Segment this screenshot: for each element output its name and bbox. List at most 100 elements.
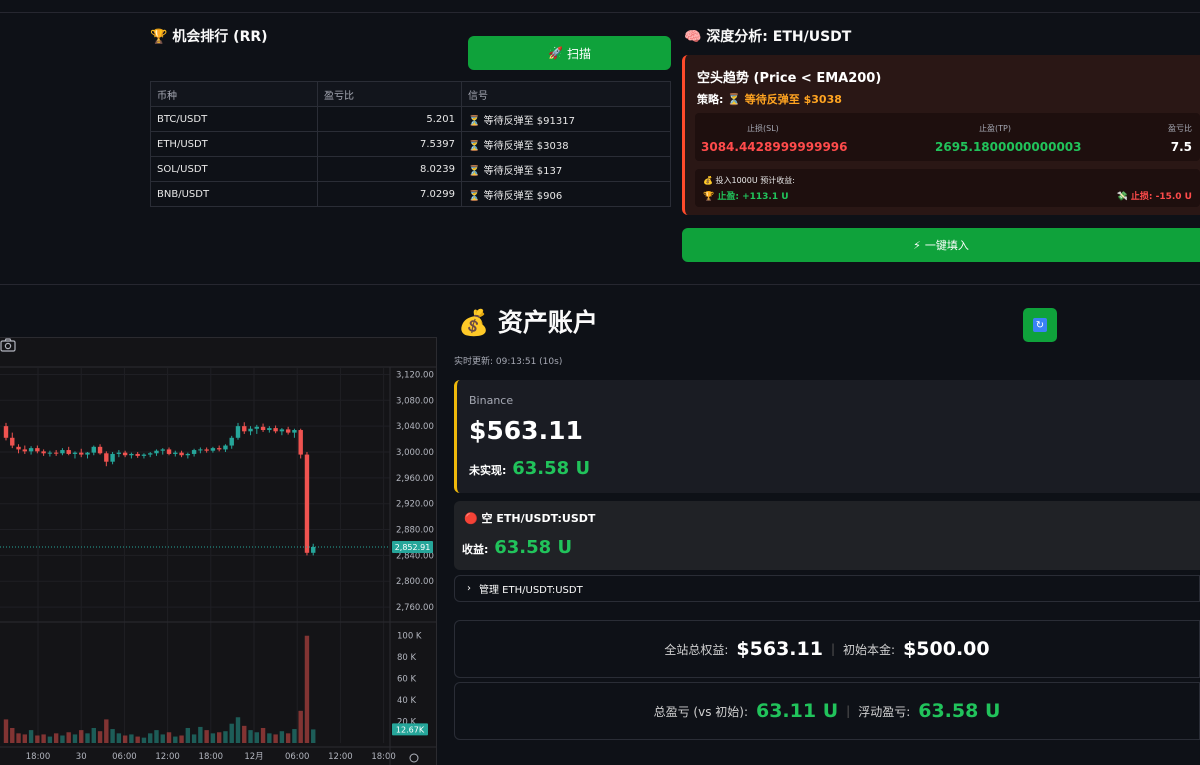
position-pnl-value: 63.58 U [494, 537, 573, 558]
candle-body [248, 428, 253, 432]
x-tick-label: 06:00 [112, 752, 137, 762]
candle-body [173, 452, 178, 454]
column-header-signal[interactable]: 信号 [461, 81, 671, 107]
manage-expander[interactable]: › 管理 ETH/USDT:USDT [454, 575, 1200, 602]
candle-body [28, 448, 34, 452]
trend-heading: 空头趋势 (Price < EMA200) [697, 71, 882, 86]
cell-rr: 5.201 [317, 106, 462, 132]
volume-bar [223, 731, 228, 743]
total-pnl-value: 63.11 U [755, 700, 839, 722]
candle-body [185, 453, 191, 456]
candle-body [204, 449, 209, 451]
x-tick-label: 18:00 [371, 752, 396, 762]
volume-bar [122, 735, 128, 743]
candle-body [235, 426, 241, 438]
volume-bar [298, 710, 303, 743]
candle-body [279, 429, 285, 432]
volume-bar [166, 732, 172, 743]
volume-bar [79, 730, 84, 743]
table-row[interactable]: SOL/USDT 8.0239 ⏳ 等待反弹至 $137 [150, 156, 671, 182]
sl-value: 3084.4428999999996 [701, 140, 848, 154]
candle-body [129, 453, 134, 456]
candle-body [141, 454, 147, 456]
volume-bar [267, 733, 272, 743]
candlestick-chart-svg[interactable]: 3,120.00 3,080.00 3,040.00 3,000.00 2,960.00… [0, 338, 437, 765]
estimate-label: 💰 投入1000U 预计收益: [703, 176, 795, 185]
candle-body [216, 448, 222, 450]
column-header-rr[interactable]: 盈亏比 [317, 81, 462, 107]
analysis-card: 空头趋势 (Price < EMA200) 策略: ⏳ 等待反弹至 $3038 … [682, 55, 1200, 215]
candle-body [72, 452, 78, 454]
volume-bar [311, 729, 316, 743]
volume-bar [242, 725, 247, 743]
ranking-table: 币种 盈亏比 信号 BTC/USDT 5.201 ⏳ 等待反弹至 $91317 … [150, 81, 671, 207]
volume-bar [66, 732, 71, 743]
volume-bar [173, 736, 178, 743]
exchange-card: Binance $563.11 未实现: 63.58 U [454, 380, 1200, 493]
volume-bar [10, 727, 15, 743]
candle-body [229, 437, 234, 446]
cell-coin: BTC/USDT [150, 106, 318, 132]
total-pnl-card: 总盈亏 (vs 初始): 63.11 U | 浮动盈亏: 63.58 U [454, 682, 1200, 740]
candle-body [148, 453, 153, 455]
candle-body [79, 452, 84, 455]
candle-body [41, 451, 46, 454]
volume-bar [104, 719, 109, 743]
table-row[interactable]: ETH/USDT 7.5397 ⏳ 等待反弹至 $3038 [150, 131, 671, 157]
top-divider [0, 12, 1200, 13]
y-tick-label: 3,120.00 [396, 370, 434, 380]
volume-bar [292, 729, 297, 743]
settings-gear-icon [409, 753, 419, 763]
total-pnl-label: 总盈亏 (vs 初始): [653, 704, 748, 719]
table-row[interactable]: BNB/USDT 7.0299 ⏳ 等待反弹至 $906 [150, 181, 671, 207]
total-equity-value: $563.11 [736, 638, 823, 660]
sl-tp-panel: 止损(SL) 3084.4428999999996 止盈(TP) 2695.18… [695, 113, 1200, 161]
candle-body [254, 426, 259, 429]
volume-bar [304, 635, 310, 743]
volume-bar [279, 731, 285, 743]
initial-capital-value: $500.00 [903, 638, 990, 660]
cell-rr: 8.0239 [317, 156, 462, 182]
candle-body [53, 452, 59, 454]
volume-bar [273, 734, 278, 743]
volume-bar [141, 737, 147, 743]
volume-bar [85, 733, 90, 743]
candle-body [210, 448, 216, 451]
one-click-fill-button[interactable]: ⚡ 一键填入 [682, 228, 1200, 262]
volume-bar [148, 733, 153, 743]
separator: | [846, 704, 851, 718]
camera-icon[interactable] [0, 338, 16, 352]
candle-body [85, 452, 90, 455]
position-pnl: 收益: 63.58 U [462, 537, 572, 558]
volume-bar [235, 717, 241, 743]
candle-body [311, 546, 316, 553]
volume-bar [129, 734, 134, 743]
volume-bar [135, 736, 140, 743]
volume-bar [260, 727, 266, 743]
rocket-icon: 🚀 [548, 46, 563, 60]
tp-label: 止盈(TP) [979, 124, 1011, 133]
table-row[interactable]: BTC/USDT 5.201 ⏳ 等待反弹至 $91317 [150, 106, 671, 132]
update-status: 实时更新: 09:13:51 (10s) [454, 357, 563, 367]
volume-bar [41, 734, 46, 743]
candle-body [22, 449, 28, 452]
cell-signal: ⏳ 等待反弹至 $137 [461, 156, 671, 182]
scan-button[interactable]: 🚀 扫描 [468, 36, 671, 70]
price-chart[interactable]: 3,120.00 3,080.00 3,040.00 3,000.00 2,960.00… [0, 337, 437, 765]
volume-bar [116, 733, 122, 743]
candle-body [122, 452, 128, 456]
unrealized-pnl: 未实现: 63.58 U [469, 458, 590, 479]
candle-body [135, 453, 140, 456]
cell-signal: ⏳ 等待反弹至 $3038 [461, 131, 671, 157]
candle-body [104, 453, 109, 462]
refresh-button[interactable]: ↻ [1023, 308, 1057, 342]
candle-body [267, 428, 272, 431]
volume-bar [285, 733, 291, 743]
candle-body [304, 454, 310, 553]
volume-bar [3, 719, 9, 743]
initial-capital-label: 初始本金: [843, 642, 896, 657]
volume-bar [22, 734, 28, 743]
volume-bar [248, 730, 253, 743]
volume-tick-label: 40 K [397, 696, 417, 706]
column-header-coin[interactable]: 币种 [150, 81, 318, 107]
